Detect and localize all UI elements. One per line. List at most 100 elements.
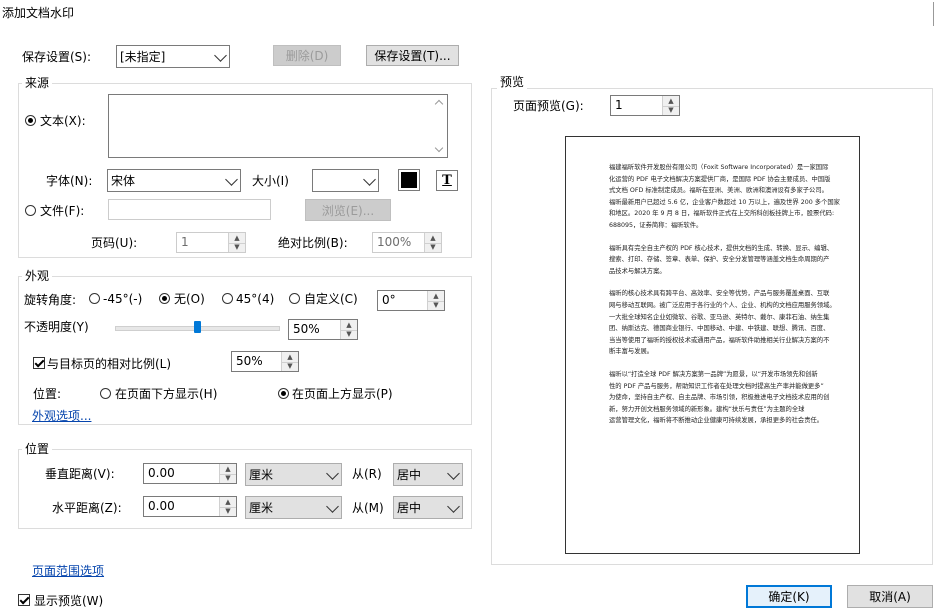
- vertical-distance-stepper[interactable]: ▲ ▼: [219, 463, 237, 484]
- window-edge: [933, 2, 942, 26]
- preview-group-title: 预览: [497, 75, 528, 89]
- rotation-none-radio[interactable]: [159, 293, 170, 304]
- horizontal-distance-stepper[interactable]: ▲ ▼: [219, 496, 237, 517]
- vertical-unit-dropdown[interactable]: 厘米: [245, 463, 342, 486]
- stepper-down-icon[interactable]: ▼: [229, 243, 245, 253]
- show-below-page-radio[interactable]: [100, 388, 111, 399]
- font-label: 字体(N):: [46, 174, 93, 188]
- vertical-unit-value: 厘米: [249, 468, 274, 482]
- relative-scale-checkbox[interactable]: [33, 357, 45, 369]
- absolute-scale-label: 绝对比例(B):: [278, 236, 348, 250]
- stepper-down-icon[interactable]: ▼: [341, 330, 357, 340]
- chevron-down-icon: [447, 466, 460, 480]
- preview-line: 断丰富与发展。: [609, 348, 654, 356]
- save-settings-button[interactable]: 保存设置(T)...: [366, 45, 459, 66]
- opacity-label: 不透明度(Y): [24, 320, 89, 334]
- rotation-45-radio[interactable]: [222, 293, 233, 304]
- show-preview-label: 显示预览(W): [34, 594, 104, 608]
- rotation-custom-radio[interactable]: [289, 293, 300, 304]
- text-format-icon: T: [442, 173, 452, 188]
- chevron-down-icon: [447, 499, 460, 513]
- appearance-options-link[interactable]: 外观选项...: [32, 407, 91, 424]
- text-radio[interactable]: [25, 115, 36, 126]
- preview-line: 福昕具有完全自主产权的 PDF 核心技术，提供文档的生成、转换、显示、编辑、: [609, 244, 834, 252]
- rotation-none-label: 无(O): [174, 292, 205, 306]
- text-format-button[interactable]: T: [436, 170, 458, 191]
- file-radio-label: 文件(F):: [40, 204, 85, 218]
- scroll-down-icon[interactable]: [434, 143, 444, 153]
- vertical-distance-label: 垂直距离(V):: [45, 467, 115, 481]
- horizontal-from-dropdown[interactable]: 居中: [393, 496, 463, 519]
- browse-button[interactable]: 浏览(E)...: [305, 199, 391, 221]
- stepper-down-icon[interactable]: ▼: [428, 301, 444, 311]
- page-range-options-link[interactable]: 页面范围选项: [32, 562, 104, 579]
- vertical-distance-value: 0.00: [148, 466, 175, 480]
- chevron-down-icon: [326, 499, 339, 513]
- show-above-page-radio[interactable]: [278, 388, 289, 399]
- text-color-button[interactable]: [398, 169, 420, 191]
- rotation-minus45-radio[interactable]: [89, 293, 100, 304]
- horizontal-from-value: 居中: [397, 501, 422, 515]
- relative-scale-stepper[interactable]: 50% ▲ ▼: [231, 351, 299, 372]
- absolute-scale-stepper[interactable]: 100% ▲ ▼: [372, 232, 442, 253]
- text-radio-label: 文本(X):: [40, 114, 86, 128]
- opacity-stepper[interactable]: 50% ▲ ▼: [288, 319, 358, 340]
- size-dropdown[interactable]: [312, 169, 379, 192]
- horizontal-unit-dropdown[interactable]: 厘米: [245, 496, 342, 519]
- text-color-swatch: [401, 172, 417, 188]
- preview-page-value: 1: [615, 98, 623, 112]
- watermark-text-area[interactable]: [108, 94, 448, 158]
- window-title: 添加文档水印: [2, 6, 75, 20]
- preview-line: 福建福昕软件开发股份有限公司（Foxit Software Incorporat…: [609, 164, 829, 171]
- rotation-minus45-label: -45°(-): [103, 292, 143, 306]
- preview-line: 式文档 OFD 标准制定成员。福昕在亚洲、美洲、欧洲和澳洲设有多家子公司。: [609, 187, 828, 195]
- preview-paragraph: 福昕以“打造全球 PDF 解决方案第一品牌”为愿景，以“开发市场领先和创新 性的 …: [609, 369, 840, 427]
- scroll-up-icon[interactable]: [434, 99, 444, 109]
- cancel-button[interactable]: 取消(A): [847, 585, 933, 608]
- font-dropdown[interactable]: 宋体: [107, 169, 241, 192]
- page-number-label: 页码(U):: [91, 236, 138, 250]
- rotation-label: 旋转角度:: [24, 293, 77, 307]
- rotation-45-label: 45°(4): [236, 292, 275, 306]
- opacity-slider-thumb[interactable]: [193, 321, 201, 333]
- horizontal-from-label: 从(M): [352, 501, 384, 515]
- preview-line: 一大批全球知名企业如微软、谷歌、亚马逊、英特尔、戴尔、康菲石油、纳生集: [609, 313, 830, 321]
- vertical-from-label: 从(R): [352, 467, 382, 481]
- appearance-group-title: 外观: [22, 269, 53, 283]
- stepper-down-icon[interactable]: ▼: [425, 243, 441, 253]
- chevron-down-icon: [214, 48, 227, 62]
- rotation-custom-value: 0°: [382, 293, 396, 307]
- ok-button[interactable]: 确定(K): [746, 585, 832, 608]
- delete-button[interactable]: 删除(D): [273, 45, 341, 66]
- stepper-down-icon[interactable]: ▼: [663, 106, 679, 116]
- font-value: 宋体: [111, 174, 136, 188]
- preview-paragraph: 福昕具有完全自主产权的 PDF 核心技术，提供文档的生成、转换、显示、编辑、 搜索…: [609, 243, 840, 278]
- file-path-input[interactable]: [108, 199, 271, 220]
- save-settings-value: [未指定]: [120, 50, 166, 64]
- preview-line: 性的 PDF 产品与服务，帮助知识工作者在处理文档时提高生产率并能做更多”: [609, 382, 824, 390]
- show-above-page-label: 在页面上方显示(P): [292, 387, 393, 401]
- preview-line: 新，努力开创文档服务领域的新形象。建构“扶乐与责任”为主题的全球: [609, 405, 805, 413]
- stepper-down-icon[interactable]: ▼: [220, 474, 236, 484]
- preview-line: 688095，证券简称：福昕软件。: [609, 221, 703, 229]
- chevron-down-icon: [326, 466, 339, 480]
- preview-paragraph: 福建福昕软件开发股份有限公司（Foxit Software Incorporat…: [609, 162, 840, 232]
- vertical-from-value: 居中: [397, 468, 422, 482]
- preview-line: 搜索、打印、存储、签章、表单、保护、安全分发管理等涵盖文档生命周期的产: [609, 256, 830, 264]
- horizontal-distance-label: 水平距离(Z):: [52, 501, 122, 515]
- save-settings-dropdown[interactable]: [未指定]: [116, 45, 230, 68]
- preview-page-stepper[interactable]: 1 ▲ ▼: [610, 95, 680, 116]
- rotation-custom-stepper[interactable]: 0° ▲ ▼: [377, 290, 445, 311]
- preview-line: 为使命，坚持自主产权、自主品牌、市场引领，积极推进电子文档技术应用的创: [609, 394, 830, 402]
- rotation-custom-label: 自定义(C): [304, 292, 358, 306]
- vertical-from-dropdown[interactable]: 居中: [393, 463, 463, 486]
- source-group-title: 来源: [22, 76, 53, 90]
- page-number-stepper[interactable]: 1 ▲ ▼: [176, 232, 246, 253]
- file-radio[interactable]: [25, 205, 36, 216]
- stepper-down-icon[interactable]: ▼: [282, 362, 298, 372]
- relative-scale-label: 与目标页的相对比例(L): [47, 357, 172, 371]
- stepper-down-icon[interactable]: ▼: [220, 507, 236, 517]
- text-area-scrollbar[interactable]: [432, 95, 447, 157]
- show-preview-checkbox[interactable]: [18, 594, 30, 606]
- chevron-down-icon: [225, 172, 238, 186]
